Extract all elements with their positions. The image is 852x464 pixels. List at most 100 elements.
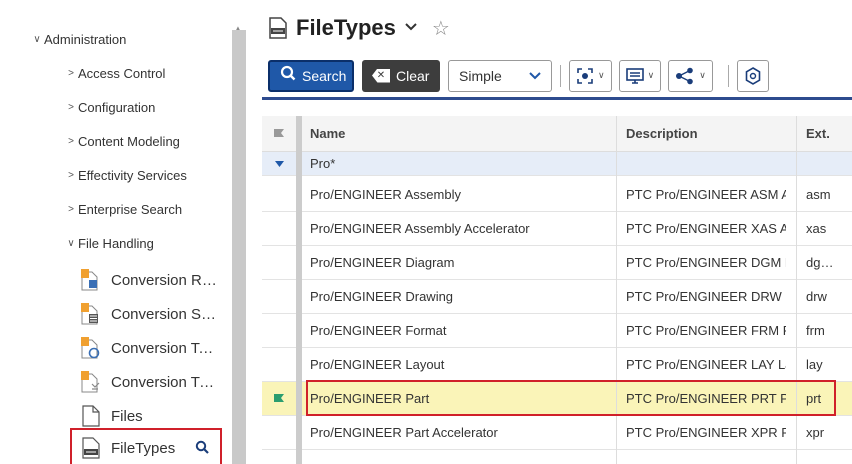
- row-flag-cell[interactable]: [262, 348, 296, 381]
- chevron-down-icon: ∨: [647, 70, 655, 80]
- row-flag-cell[interactable]: [262, 212, 296, 245]
- filter-name-input[interactable]: Pro*: [310, 152, 610, 175]
- cell-ext: asm: [806, 187, 831, 202]
- row-flag-cell[interactable]: [262, 382, 296, 415]
- cell-description: PTC Pro/ENGINEER FRM F…: [626, 323, 786, 338]
- cell-ext: drw: [806, 289, 827, 304]
- tree-item-administration[interactable]: ∨ Administration: [30, 24, 126, 54]
- tree-item-label: File Handling: [78, 235, 154, 251]
- navigation-sidebar: ∨ Administration > Access Control > Conf…: [0, 0, 248, 464]
- column-header-description[interactable]: Description: [626, 116, 786, 151]
- selection-highlight: [306, 380, 836, 416]
- row-flag-cell[interactable]: [262, 416, 296, 449]
- share-button[interactable]: ∨: [668, 59, 713, 92]
- caret-down-icon[interactable]: [262, 152, 296, 175]
- focus-icon: [577, 67, 593, 84]
- tree-item-effectivity-services[interactable]: > Effectivity Services: [64, 160, 187, 190]
- file-icon: [82, 405, 100, 427]
- tree-item-label: Administration: [44, 31, 127, 47]
- tree-item-conversion-types[interactable]: Conversion Ty…: [80, 364, 221, 400]
- table-row[interactable]: Pro/ENGINEER Layout PTC Pro/ENGINEER LAY …: [262, 348, 852, 382]
- cell-name: Pro/ENGINEER Diagram: [310, 255, 455, 270]
- table-row[interactable]: Pro/ENGINEER Part Accelerator PTC Pro/ENG…: [262, 416, 852, 450]
- search-button[interactable]: Search: [268, 59, 354, 92]
- row-flag-cell[interactable]: [262, 178, 296, 211]
- cell-ext: xpr: [806, 425, 825, 440]
- search-mode-value: Simple: [459, 67, 502, 84]
- search-icon[interactable]: [195, 440, 209, 457]
- cell-ext: lay: [806, 357, 823, 372]
- tree-item-conversion-tasks[interactable]: Conversion Ta…: [80, 330, 221, 366]
- tree-item-label: Access Control: [78, 65, 166, 81]
- cell-ext: xas: [806, 221, 827, 236]
- cell-description: PTC Pro/ENGINEER ASM A…: [626, 187, 786, 202]
- settings-icon: [745, 66, 761, 85]
- tree-item-label: Conversion Ta…: [111, 339, 221, 357]
- settings-button[interactable]: [736, 59, 769, 92]
- table-row[interactable]: Pro/ENGINEER Assembly Accelerator PTC Pro…: [262, 212, 852, 246]
- tree-item-enterprise-search[interactable]: > Enterprise Search: [64, 194, 182, 224]
- flag-column-header[interactable]: [262, 116, 296, 152]
- table-row[interactable]: Pro/ENGINEER Drawing PTC Pro/ENGINEER DRW…: [262, 280, 852, 314]
- column-header-ext[interactable]: Ext.: [806, 116, 846, 151]
- filter-row[interactable]: Pro*: [262, 152, 852, 176]
- tree-item-filetypes[interactable]: FileTypes: [80, 430, 209, 464]
- conversion-types-icon: [81, 371, 100, 393]
- page-title: FileTypes: [296, 15, 396, 40]
- cell-name: Pro/ENGINEER Assembly Accelerator: [310, 221, 530, 236]
- search-button-label: Search: [302, 67, 347, 84]
- table-row[interactable]: Pro/ENGINEER Format PTC Pro/ENGINEER FRM …: [262, 314, 852, 348]
- display-button[interactable]: ∨: [618, 59, 662, 92]
- tree-item-conversion-rules[interactable]: Conversion Ru…: [80, 262, 221, 298]
- row-flag-cell[interactable]: [262, 314, 296, 347]
- row-flag-cell[interactable]: [262, 280, 296, 313]
- tree-item-label: Effectivity Services: [78, 167, 187, 183]
- table-row[interactable]: Pro/ENGINEER Diagram PTC Pro/ENGINEER DGM…: [262, 246, 852, 280]
- cell-name: Pro/ENGINEER Drawing: [310, 289, 454, 304]
- chevron-right-icon: >: [68, 101, 74, 113]
- tree-item-access-control[interactable]: > Access Control: [64, 58, 165, 88]
- toolbar-divider: [727, 64, 729, 87]
- sidebar-scrollbar[interactable]: [232, 30, 246, 464]
- conversion-settings-icon: [81, 303, 98, 325]
- tree-item-label: Configuration: [78, 99, 156, 115]
- chevron-right-icon: >: [68, 67, 74, 79]
- tree-item-conversion-settings[interactable]: Conversion Se…: [80, 296, 221, 332]
- tree-item-label: Files: [111, 407, 143, 425]
- tree-item-label: Enterprise Search: [78, 201, 183, 217]
- cell-description: PTC Pro/ENGINEER XAS A…: [626, 221, 786, 236]
- clear-button[interactable]: ✕ Clear: [362, 59, 440, 92]
- chevron-down-icon: [529, 69, 541, 83]
- flag-icon: [274, 393, 284, 402]
- filetype-icon: [269, 17, 287, 39]
- star-icon[interactable]: ☆: [432, 16, 450, 41]
- tree-item-label: Conversion Se…: [111, 305, 221, 323]
- search-mode-select[interactable]: Simple: [448, 59, 552, 92]
- conversion-rules-icon: [81, 269, 98, 291]
- cell-name: Pro/ENGINEER Part Accelerator: [310, 425, 498, 440]
- display-icon: [625, 67, 644, 84]
- table-row-gutter: [296, 116, 302, 464]
- toolbar: Search ✕ Clear Simple ∨ ∨ ∨: [262, 54, 852, 100]
- search-icon: [280, 65, 296, 86]
- cell-name: Pro/ENGINEER Format: [310, 323, 447, 338]
- chevron-down-icon: ∨: [598, 70, 605, 80]
- tree-item-content-modeling[interactable]: > Content Modeling: [64, 126, 180, 156]
- tree-item-label: Conversion Ru…: [111, 271, 221, 289]
- tree-item-configuration[interactable]: > Configuration: [64, 92, 155, 122]
- share-icon: [676, 67, 693, 84]
- table-row[interactable]: Pro/ENGINEER Assembly PTC Pro/ENGINEER AS…: [262, 178, 852, 212]
- focus-button[interactable]: ∨: [569, 59, 612, 92]
- tree-item-file-handling[interactable]: ∨ File Handling: [64, 228, 154, 258]
- conversion-tasks-icon: [81, 337, 100, 359]
- column-header-name[interactable]: Name: [310, 116, 610, 151]
- cell-description: PTC Pro/ENGINEER DGM D…: [626, 255, 786, 270]
- filetype-icon: [82, 437, 100, 459]
- row-flag-cell[interactable]: [262, 246, 296, 279]
- toolbar-divider: [560, 64, 561, 87]
- chevron-right-icon: >: [68, 135, 74, 147]
- chevron-down-icon: ∨: [67, 237, 75, 249]
- cell-ext: dg…: [806, 255, 834, 270]
- chevron-down-icon[interactable]: [404, 19, 418, 37]
- clear-button-label: Clear: [396, 67, 430, 84]
